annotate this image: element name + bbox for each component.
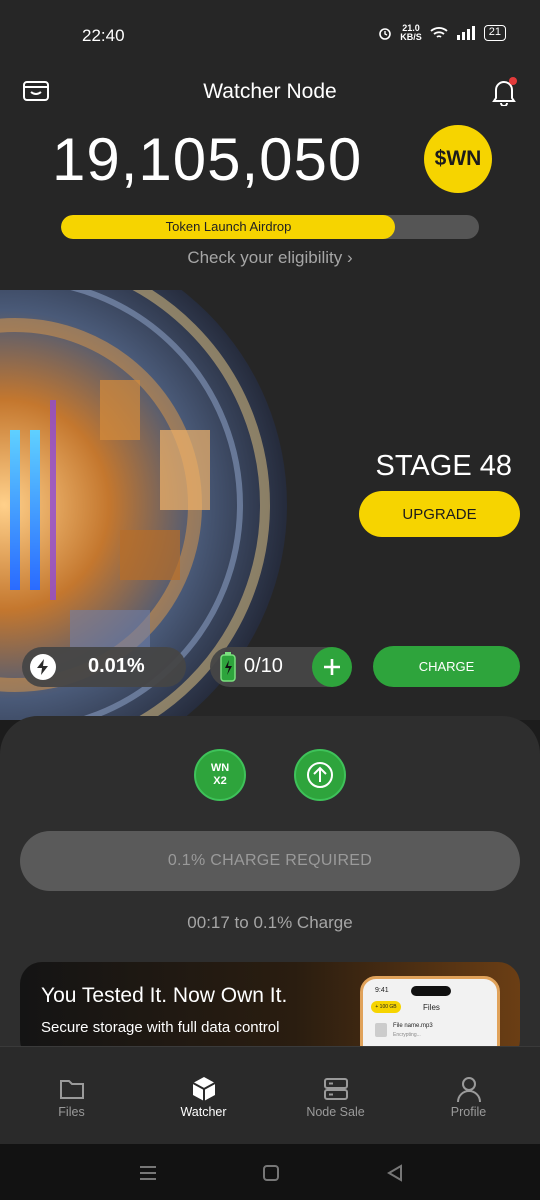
network-speed: 21.0 KB/S xyxy=(400,23,422,42)
upgrade-button[interactable]: UPGRADE xyxy=(359,491,520,537)
charge-required-button[interactable]: 0.1% CHARGE REQUIRED xyxy=(20,831,520,891)
wifi-icon xyxy=(430,27,448,38)
wn-coin-icon: $WN xyxy=(424,125,492,193)
user-icon xyxy=(456,1077,481,1103)
status-bar: 22:40 21.0 KB/S 21 xyxy=(0,0,540,70)
charges-count: 0/10 xyxy=(244,655,283,677)
coin-label: $WN xyxy=(434,147,482,170)
folder-icon xyxy=(59,1080,84,1099)
mining-rate-pill: 0.01% xyxy=(22,647,186,687)
promo-subtitle: Secure storage with full data control xyxy=(41,1019,280,1036)
nav-item-watcher[interactable]: Watcher xyxy=(136,1047,271,1145)
check-eligibility-link[interactable]: Check your eligibility › xyxy=(0,248,540,268)
charge-timer: 00:17 to 0.1% Charge xyxy=(187,913,353,932)
bottom-nav: Files Watcher Node Sale Profile xyxy=(0,1046,540,1144)
arrow-up-icon xyxy=(307,762,333,788)
boost-up-button[interactable] xyxy=(294,749,346,801)
charge-button[interactable]: CHARGE xyxy=(373,646,520,687)
node-hero: STAGE 48 UPGRADE 0.01% 0/10 CHARGE xyxy=(0,290,540,720)
plus-icon xyxy=(324,659,340,675)
token-balance: 19,105,050 xyxy=(52,126,363,193)
system-navigation-bar xyxy=(0,1144,540,1200)
home-icon[interactable] xyxy=(260,1162,282,1184)
phone-file-name: File name.mp3 xyxy=(393,1023,433,1029)
node-stage: STAGE 48 xyxy=(375,450,512,482)
menu-icon[interactable] xyxy=(137,1162,159,1184)
back-icon[interactable] xyxy=(384,1162,406,1184)
phone-storage-badge: + 100 GB xyxy=(371,1001,401,1013)
app-bar: Watcher Node xyxy=(0,70,540,120)
nav-item-node-sale[interactable]: Node Sale xyxy=(268,1047,403,1145)
add-charge-button[interactable] xyxy=(312,647,352,687)
signal-icon xyxy=(456,26,475,40)
status-icons: 21.0 KB/S 21 xyxy=(378,24,506,42)
lightning-icon xyxy=(30,654,56,680)
mining-rate-value: 0.01% xyxy=(88,655,145,677)
battery-indicator: 21 xyxy=(483,25,506,41)
phone-time: 9:41 xyxy=(375,987,389,994)
phone-file-status: Encrypting... xyxy=(393,1032,421,1038)
boost-label: WN X2 xyxy=(210,762,230,787)
nav-label: Watcher xyxy=(180,1105,227,1119)
file-icon xyxy=(375,1023,387,1037)
nav-label: Files xyxy=(58,1105,85,1119)
promo-title: You Tested It. Now Own It. xyxy=(41,984,288,1007)
nav-label: Profile xyxy=(450,1105,487,1119)
battery-charge-icon xyxy=(220,652,236,682)
action-panel: WN X2 0.1% CHARGE REQUIRED 00:17 to 0.1% … xyxy=(0,716,540,1062)
nav-item-files[interactable]: Files xyxy=(4,1047,139,1145)
notification-bell-icon[interactable] xyxy=(490,76,518,106)
phone-notch xyxy=(411,986,451,996)
cube-icon xyxy=(192,1077,215,1101)
server-icon xyxy=(323,1078,348,1100)
airdrop-progress-label: Token Launch Airdrop xyxy=(165,219,292,234)
balance-section: 19,105,050 $WN Token Launch Airdrop Chec… xyxy=(0,120,540,290)
nav-item-profile[interactable]: Profile xyxy=(401,1047,536,1145)
status-time: 22:40 xyxy=(82,26,125,45)
page-title: Watcher Node xyxy=(203,80,337,103)
alarm-icon xyxy=(379,28,392,40)
nav-label: Node Sale xyxy=(306,1105,365,1119)
wn-x2-boost-button[interactable]: WN X2 xyxy=(194,749,246,801)
phone-files-title: Files xyxy=(423,1003,440,1012)
